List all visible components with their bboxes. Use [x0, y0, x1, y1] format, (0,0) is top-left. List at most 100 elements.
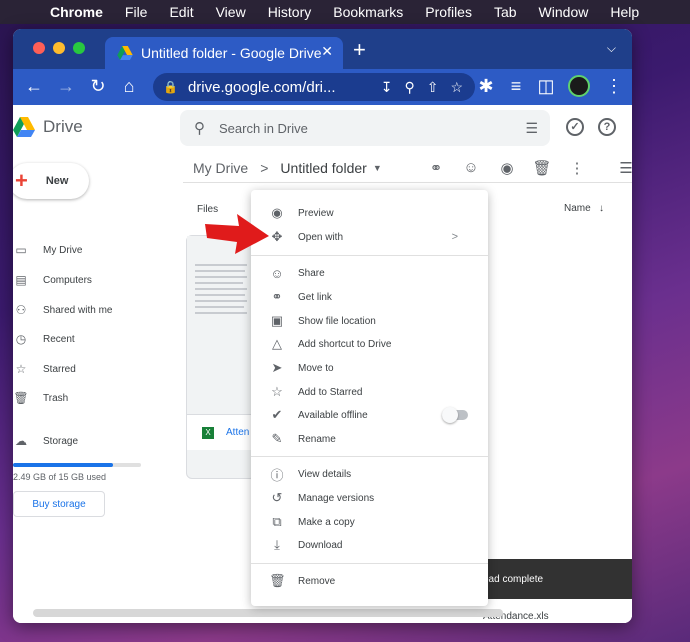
menu-item-get-link[interactable]: ⚭ Get link: [251, 285, 488, 309]
reading-list-icon[interactable]: ≡: [505, 76, 527, 97]
star-icon: ☆: [271, 384, 283, 399]
drive-app-name: Drive: [43, 117, 83, 136]
new-button[interactable]: + New: [13, 163, 89, 199]
drive-logo[interactable]: Drive: [13, 117, 83, 137]
tab-title: Untitled folder - Google Drive: [141, 45, 322, 61]
bookmark-star-icon[interactable]: ☆: [450, 79, 463, 96]
share-person-icon[interactable]: ☺: [461, 159, 481, 176]
side-panel-icon[interactable]: ◫: [535, 76, 557, 97]
maximize-window-button[interactable]: [73, 42, 85, 54]
menu-label: Preview: [298, 207, 334, 219]
nav-storage[interactable]: ☁ Storage: [13, 429, 78, 453]
buy-storage-button[interactable]: Buy storage: [13, 491, 105, 517]
menu-item-add-to-starred[interactable]: ☆ Add to Starred: [251, 380, 488, 404]
menu-item-preview[interactable]: ◉ Preview: [251, 201, 488, 225]
menu-item-make-a-copy[interactable]: ⧉ Make a copy: [251, 510, 488, 534]
share-icon[interactable]: ⇧: [427, 79, 439, 96]
menu-item-open-with[interactable]: ✥ Open with >: [251, 225, 488, 249]
computer-icon: ▤: [15, 273, 27, 287]
breadcrumb-my-drive[interactable]: My Drive: [193, 160, 248, 176]
menu-label: Get link: [298, 291, 332, 303]
file-card[interactable]: X Atten: [186, 235, 256, 479]
folder-icon: ▣: [270, 313, 284, 328]
lock-icon[interactable]: 🔒: [163, 80, 178, 94]
get-link-icon[interactable]: ⚭: [426, 159, 446, 177]
menu-label: Manage versions: [298, 492, 375, 504]
submenu-chevron-icon: >: [451, 231, 458, 243]
nav-shared-with-me[interactable]: ⚇ Shared with me: [13, 298, 113, 322]
star-icon: ☆: [15, 362, 27, 376]
menu-window[interactable]: Window: [539, 4, 589, 20]
minimize-window-button[interactable]: [53, 42, 65, 54]
toast-text: oad complete: [483, 573, 544, 585]
menu-file[interactable]: File: [125, 4, 148, 20]
drive-search-bar[interactable]: ⚲ Search in Drive ☰: [180, 110, 550, 146]
close-window-button[interactable]: [33, 42, 45, 54]
menu-item-remove[interactable]: 🗑 Remove: [251, 569, 488, 593]
home-icon[interactable]: ⌂: [118, 76, 140, 97]
menu-history[interactable]: History: [268, 4, 312, 20]
nav-my-drive[interactable]: ▭ My Drive: [13, 238, 82, 262]
menu-item-show-file-location[interactable]: ▣ Show file location: [251, 309, 488, 333]
forward-arrow-icon[interactable]: →: [55, 76, 77, 97]
back-arrow-icon[interactable]: ←: [23, 76, 45, 97]
menu-edit[interactable]: Edit: [169, 4, 193, 20]
menu-profiles[interactable]: Profiles: [425, 4, 472, 20]
tab-search-chevron-icon[interactable]: ⌵: [607, 41, 616, 56]
menu-item-add-shortcut[interactable]: △ Add shortcut to Drive: [251, 332, 488, 356]
extensions-puzzle-icon[interactable]: ✱: [475, 76, 497, 97]
clock-icon: ◷: [15, 332, 27, 346]
menu-item-rename[interactable]: ✎ Rename: [251, 427, 488, 451]
download-icon: ⤓: [274, 537, 280, 552]
more-actions-icon[interactable]: ⋮: [567, 159, 587, 177]
browser-toolbar: ← → ↻ ⌂ 🔒 drive.google.com/dri... ↧ ⚲ ⇧ …: [13, 69, 632, 105]
address-bar[interactable]: 🔒 drive.google.com/dri... ↧ ⚲ ⇧ ☆: [153, 73, 475, 101]
menu-tab[interactable]: Tab: [494, 4, 517, 20]
folder-dropdown-icon[interactable]: ▼: [373, 163, 382, 173]
nav-starred[interactable]: ☆ Starred: [13, 357, 76, 381]
menu-label: Make a copy: [298, 516, 355, 528]
breadcrumb-current-folder[interactable]: Untitled folder: [280, 160, 366, 176]
menu-chrome[interactable]: Chrome: [50, 4, 103, 20]
search-options-icon[interactable]: ☰: [525, 120, 538, 137]
file-name: Atten: [226, 427, 250, 438]
horizontal-scrollbar[interactable]: [33, 609, 503, 617]
menu-item-share[interactable]: ☺ Share: [251, 261, 488, 285]
nav-computers[interactable]: ▤ Computers: [13, 268, 92, 292]
sort-by-name[interactable]: Name ↓: [564, 203, 604, 214]
list-view-icon[interactable]: ☰: [616, 159, 632, 177]
install-app-icon[interactable]: ↧: [381, 79, 393, 96]
menu-help[interactable]: Help: [610, 4, 639, 20]
menu-label: Download: [298, 539, 343, 551]
file-context-menu: ◉ Preview ✥ Open with > ☺ Share ⚭ Get li…: [251, 190, 488, 606]
move-folder-icon: ➤: [271, 360, 283, 375]
profile-avatar[interactable]: [568, 75, 590, 97]
preview-eye-icon[interactable]: ◉: [497, 159, 517, 177]
browser-tab[interactable]: Untitled folder - Google Drive ✕: [105, 37, 343, 69]
help-icon[interactable]: ?: [598, 118, 616, 136]
storage-progress-bar: [13, 463, 141, 467]
mac-menubar: Chrome File Edit View History Bookmarks …: [0, 0, 690, 24]
search-icon[interactable]: ⚲: [194, 119, 205, 137]
menu-item-move-to[interactable]: ➤ Move to: [251, 356, 488, 380]
reload-icon[interactable]: ↻: [87, 76, 109, 97]
menu-item-available-offline[interactable]: ✔ Available offline: [251, 403, 488, 427]
nav-trash[interactable]: 🗑 Trash: [13, 386, 68, 410]
chrome-menu-icon[interactable]: ⋮: [603, 76, 625, 97]
nav-recent[interactable]: ◷ Recent: [13, 327, 75, 351]
tab-close-icon[interactable]: ✕: [321, 43, 333, 60]
offline-ready-icon[interactable]: ✓: [566, 118, 584, 136]
menu-divider: [251, 563, 488, 564]
menu-item-manage-versions[interactable]: ↺ Manage versions: [251, 486, 488, 510]
new-tab-button[interactable]: +: [353, 37, 366, 63]
menu-view[interactable]: View: [216, 4, 246, 20]
sort-arrow-icon[interactable]: ↓: [599, 203, 604, 214]
menu-item-download[interactable]: ⤓ Download: [251, 533, 488, 557]
menu-item-view-details[interactable]: ⓘ View details: [251, 462, 488, 486]
zoom-icon[interactable]: ⚲: [404, 79, 414, 96]
menu-bookmarks[interactable]: Bookmarks: [333, 4, 403, 20]
download-item[interactable]: Attendance.xls: [483, 601, 632, 623]
available-offline-toggle[interactable]: [442, 407, 468, 423]
trash-action-icon[interactable]: 🗑: [532, 159, 552, 177]
copy-icon: ⧉: [272, 514, 282, 529]
